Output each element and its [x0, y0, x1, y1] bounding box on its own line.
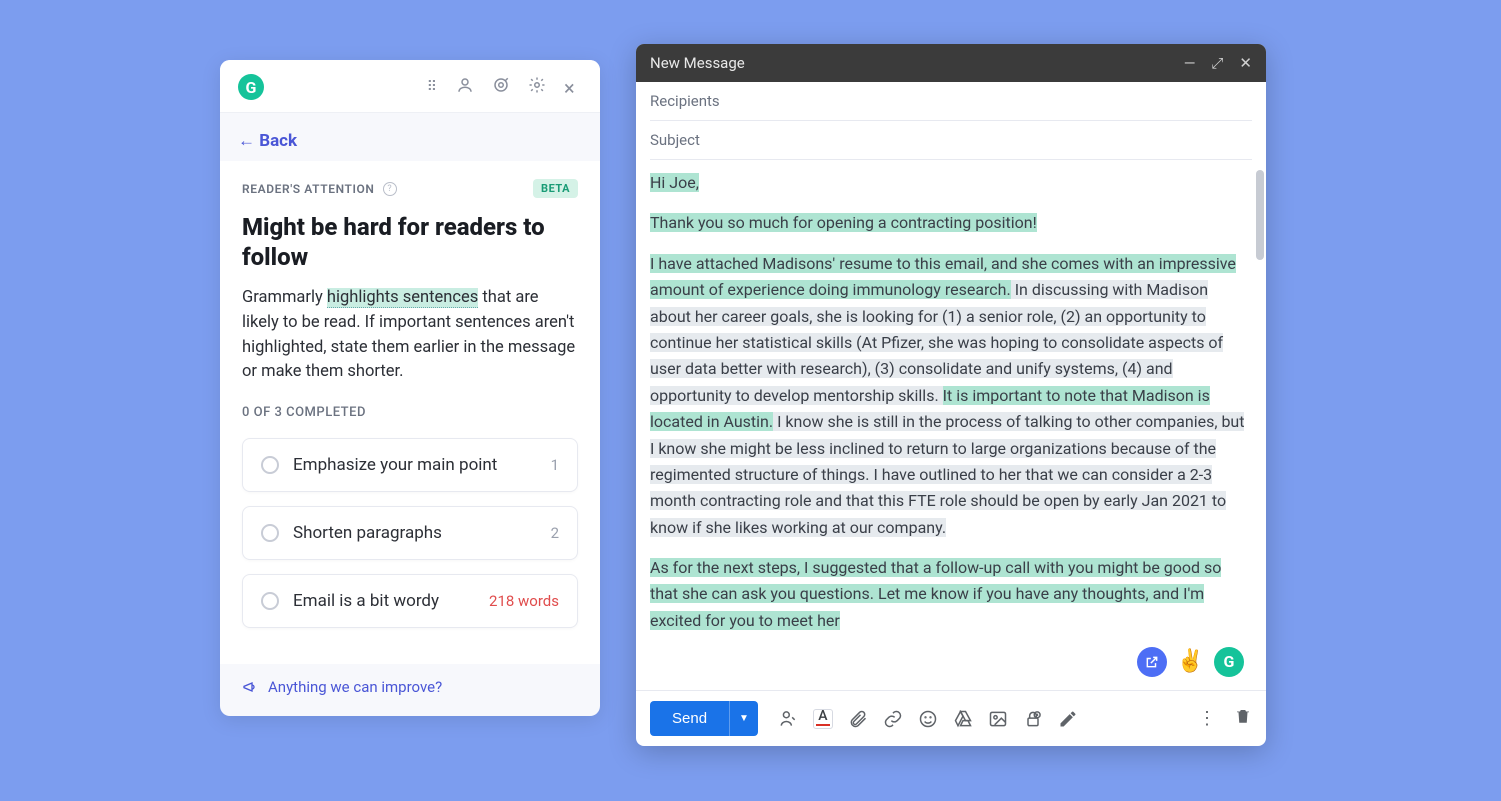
suggestion-title: Might be hard for readers to follow	[242, 212, 578, 272]
suggestion-card[interactable]: Emphasize your main point 1	[242, 438, 578, 492]
compose-header[interactable]: New Message — ⤢ ✕	[636, 44, 1266, 82]
more-options-icon[interactable]: ⋮	[1198, 708, 1216, 729]
compose-title: New Message	[650, 54, 745, 72]
compose-body[interactable]: Hi Joe, Thank you so much for opening a …	[650, 170, 1254, 680]
send-options-button[interactable]: ▼	[729, 701, 758, 736]
checkbox-icon[interactable]	[261, 524, 279, 542]
grammarly-badge-icon[interactable]: G	[1214, 647, 1244, 677]
recipients-field[interactable]: Recipients	[650, 82, 1252, 121]
confidential-icon[interactable]	[1023, 709, 1043, 729]
grammarly-logo-icon: G	[238, 74, 264, 100]
subject-field[interactable]: Subject	[650, 121, 1252, 160]
image-icon[interactable]	[988, 709, 1008, 729]
progress-label: 0 OF 3 COMPLETED	[242, 405, 578, 420]
minimize-icon[interactable]: —	[1184, 54, 1196, 72]
send-button[interactable]: Send	[650, 701, 729, 736]
peace-emoji-icon[interactable]: ✌️	[1177, 644, 1204, 680]
beta-badge: BETA	[533, 179, 578, 198]
pen-icon[interactable]	[1058, 709, 1078, 729]
highlighted-phrase: highlights sentences	[327, 288, 478, 308]
compose-toolbar: Send ▼ A	[636, 690, 1266, 746]
scrollbar[interactable]	[1254, 170, 1266, 680]
feedback-link[interactable]: Anything we can improve?	[220, 664, 600, 696]
checkbox-icon[interactable]	[261, 456, 279, 474]
section-label: READER'S ATTENTION	[242, 182, 375, 196]
megaphone-icon	[242, 679, 258, 695]
suggestion-label: Email is a bit wordy	[293, 591, 475, 611]
help-icon[interactable]: ?	[383, 182, 397, 196]
close-icon[interactable]: ✕	[1239, 54, 1252, 72]
scrollbar-thumb[interactable]	[1256, 170, 1264, 260]
suggestion-card[interactable]: Email is a bit wordy 218 words	[242, 574, 578, 628]
suggestion-card[interactable]: Shorten paragraphs 2	[242, 506, 578, 560]
back-button[interactable]: ← Back	[238, 131, 297, 151]
drive-icon[interactable]	[953, 709, 973, 729]
link-icon[interactable]	[883, 709, 903, 729]
suggestion-label: Shorten paragraphs	[293, 523, 537, 543]
close-icon[interactable]: ×	[564, 78, 582, 96]
suggestion-count: 1	[551, 456, 559, 474]
drag-grid-icon[interactable]: ⠿	[427, 80, 438, 94]
suggestion-count: 218 words	[489, 592, 559, 610]
text-format-icon[interactable]: A	[813, 709, 833, 729]
signature-icon[interactable]	[778, 709, 798, 729]
grammarly-header: G ⠿ ×	[220, 60, 600, 113]
compose-window: New Message — ⤢ ✕ Recipients Subject Hi …	[636, 44, 1266, 746]
emoji-icon[interactable]	[918, 709, 938, 729]
expand-icon[interactable]: ⤢	[1211, 54, 1223, 72]
trash-icon[interactable]	[1234, 707, 1252, 730]
grammarly-panel: G ⠿ × ← Back READER'S ATTENTION ? BETA M…	[220, 60, 600, 716]
suggestion-description: Grammarly highlights sentences that are …	[242, 286, 578, 385]
checkbox-icon[interactable]	[261, 592, 279, 610]
suggestion-label: Emphasize your main point	[293, 455, 537, 475]
goals-icon[interactable]	[492, 76, 510, 98]
suggestion-count: 2	[551, 524, 559, 542]
person-icon[interactable]	[456, 76, 474, 98]
gear-icon[interactable]	[528, 76, 546, 98]
attach-icon[interactable]	[848, 709, 868, 729]
open-external-icon[interactable]	[1137, 647, 1167, 677]
